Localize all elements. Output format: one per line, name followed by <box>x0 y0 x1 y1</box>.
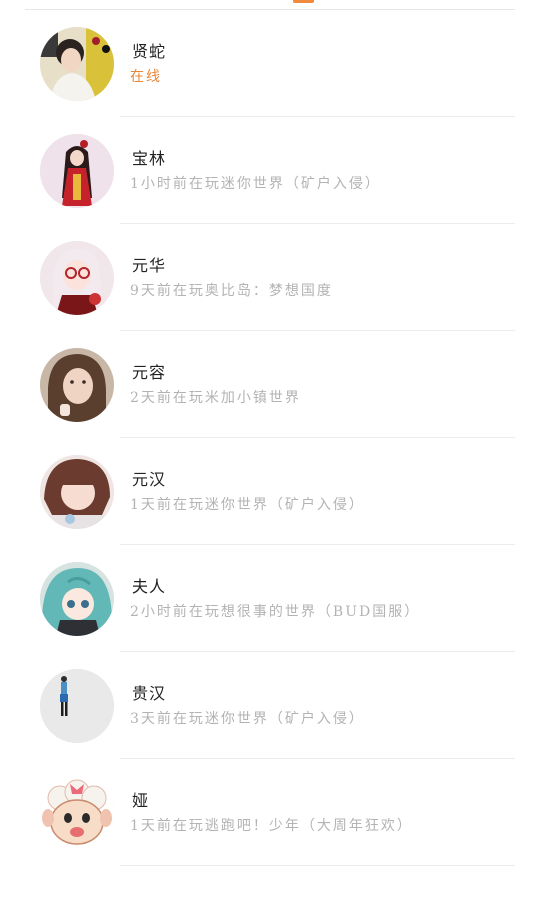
avatar-image-figure <box>40 669 114 743</box>
friend-status-online: 在线 <box>130 69 162 85</box>
friend-name: 娅 <box>132 791 150 810</box>
friend-row[interactable]: 元华 9天前在玩奥比岛：梦想国度 <box>0 224 540 331</box>
avatar[interactable] <box>40 562 114 636</box>
friend-row[interactable]: 娅 1天前在玩逃跑吧！少年（大周年狂欢） <box>0 759 540 866</box>
avatar-image-anime-girl <box>40 134 114 208</box>
friend-status: 2天前在玩米加小镇世界 <box>130 390 301 406</box>
avatar-image-anime-teal-hair <box>40 562 114 636</box>
friend-status: 3天前在玩迷你世界（矿户入侵） <box>130 711 365 727</box>
active-tab-indicator <box>293 0 314 3</box>
avatar[interactable] <box>40 134 114 208</box>
avatar-image-person <box>40 27 114 101</box>
friend-row[interactable]: 元容 2天前在玩米加小镇世界 <box>0 331 540 438</box>
avatar[interactable] <box>40 348 114 422</box>
friend-status: 2小时前在玩想很事的世界（BUD国服） <box>130 604 421 620</box>
friend-row[interactable]: 贤蛇 在线 <box>0 10 540 117</box>
friend-name: 元汉 <box>132 470 167 489</box>
friend-name: 元容 <box>132 363 167 382</box>
friend-name: 元华 <box>132 256 167 275</box>
avatar[interactable] <box>40 241 114 315</box>
friend-name: 夫人 <box>132 577 167 596</box>
friend-status: 1天前在玩逃跑吧！少年（大周年狂欢） <box>130 818 413 834</box>
avatar-image-sheep-cartoon <box>40 776 114 850</box>
avatar-image-anime-glasses <box>40 241 114 315</box>
friend-row[interactable]: 宝林 1小时前在玩迷你世界（矿户入侵） <box>0 117 540 224</box>
friend-row[interactable]: 夫人 2小时前在玩想很事的世界（BUD国服） <box>0 545 540 652</box>
avatar[interactable] <box>40 27 114 101</box>
friend-row[interactable]: 贵汉 3天前在玩迷你世界（矿户入侵） <box>0 652 540 759</box>
avatar-image-person <box>40 455 114 529</box>
friend-status: 9天前在玩奥比岛：梦想国度 <box>130 283 333 299</box>
avatar-image-person <box>40 348 114 422</box>
row-divider <box>120 865 515 866</box>
friend-name: 贤蛇 <box>132 42 167 61</box>
friend-status: 1小时前在玩迷你世界（矿户入侵） <box>130 176 381 192</box>
avatar[interactable] <box>40 669 114 743</box>
avatar[interactable] <box>40 776 114 850</box>
avatar[interactable] <box>40 455 114 529</box>
friend-status: 1天前在玩迷你世界（矿户入侵） <box>130 497 365 513</box>
friend-row[interactable]: 元汉 1天前在玩迷你世界（矿户入侵） <box>0 438 540 545</box>
friend-name: 贵汉 <box>132 684 167 703</box>
friend-name: 宝林 <box>132 149 167 168</box>
